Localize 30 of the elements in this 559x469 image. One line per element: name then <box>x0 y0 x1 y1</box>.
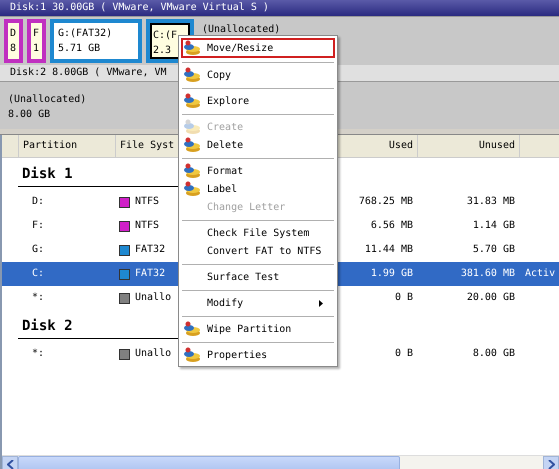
table-cell: 381.60 MB <box>460 268 515 279</box>
unallocated-label: 8.00 GB <box>8 108 50 122</box>
table-cell: 31.83 MB <box>466 196 515 207</box>
table-cell: 5.70 GB <box>472 244 515 255</box>
table-cell: 768.25 MB <box>358 196 413 207</box>
partition-label: 5.71 GB <box>58 42 100 56</box>
table-cell: Activ <box>525 268 556 279</box>
partition-label: G:(FAT32) <box>58 27 112 41</box>
table-cell: 0 B <box>394 348 413 359</box>
partition-label: 8 <box>10 42 16 56</box>
table-cell: 11.44 MB <box>364 244 413 255</box>
table-cell: 0 B <box>394 292 413 303</box>
table-cell-text: NTFS <box>135 219 160 233</box>
unallocated-label: (Unallocated) <box>202 23 280 37</box>
table-cell-text: FAT32 <box>135 267 166 281</box>
table-cell: 1.99 GB <box>370 268 413 279</box>
partition-label: 2.3 <box>153 44 172 57</box>
partition-label: C:(F <box>153 29 178 43</box>
partition-label: F <box>33 27 40 41</box>
table-cell-text: Unallo <box>135 291 172 305</box>
table-cell: 20.00 GB <box>466 292 515 303</box>
table-cell-text: Unallo <box>135 347 172 361</box>
table-cell: 1.14 GB <box>472 220 515 231</box>
table-cell: 8.00 GB <box>472 348 515 359</box>
partition-label: 1 <box>33 42 40 56</box>
table-cell-text: NTFS <box>135 195 160 209</box>
partition-label: D <box>10 27 16 41</box>
table-cell-text: FAT32 <box>135 243 166 257</box>
table-cell: 6.56 MB <box>370 220 413 231</box>
unallocated-label: (Unallocated) <box>8 93 86 107</box>
